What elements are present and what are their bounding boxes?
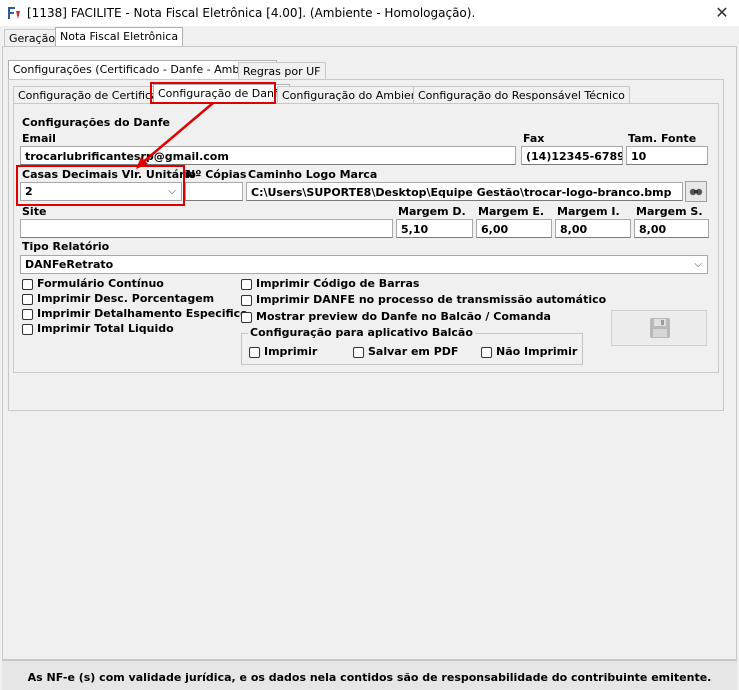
footer-text: As NF-e (s) com validade jurídica, e os …	[27, 671, 712, 684]
highlight-arrow	[136, 102, 214, 169]
